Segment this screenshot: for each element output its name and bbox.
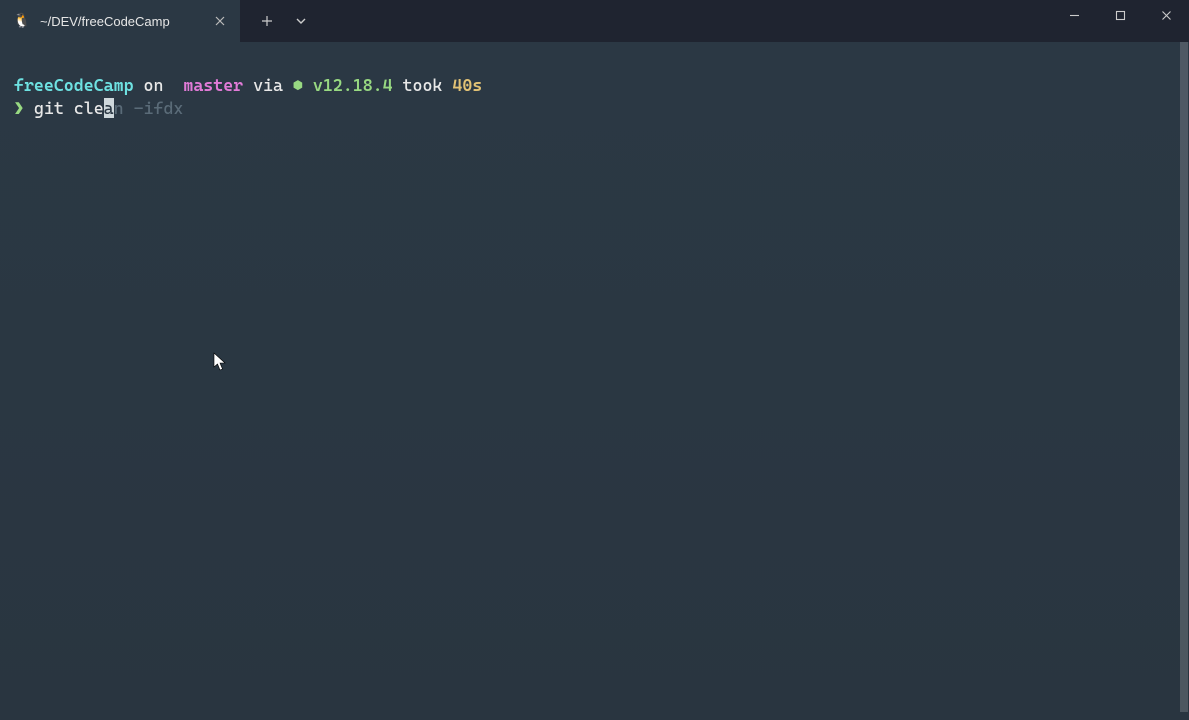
title-bar: 🐧 ~/DEV/freeCodeCamp [0,0,1189,42]
git-branch: master [183,75,243,95]
prompt-symbol: ❯ [14,98,24,118]
took-duration: 40s [452,75,482,95]
minimize-button[interactable] [1051,0,1097,30]
mouse-cursor-icon [213,352,227,378]
tab-active[interactable]: 🐧 ~/DEV/freeCodeCamp [0,0,240,42]
tab-actions [240,0,318,42]
window-controls [1051,0,1189,42]
terminal-window: 🐧 ~/DEV/freeCodeCamp [0,0,1189,720]
autosuggestion: n -ifdx [114,98,184,118]
prompt-via: via [253,75,283,95]
prompt-input-line[interactable]: ❯ git clean -ifdx [14,97,1175,120]
scrollbar-thumb[interactable] [1180,42,1188,712]
maximize-button[interactable] [1097,0,1143,30]
close-tab-icon[interactable] [212,13,228,29]
cursor: a [104,98,114,118]
node-version: v12.18.4 [313,75,393,95]
prompt-context-line: freeCodeCamp on master via ⬢ v12.18.4 to… [14,74,1175,97]
typed-command: git cle [34,98,104,118]
tab-title: ~/DEV/freeCodeCamp [40,14,170,29]
new-tab-button[interactable] [250,0,284,42]
close-window-button[interactable] [1143,0,1189,30]
scrollbar[interactable] [1180,42,1188,712]
penguin-icon: 🐧 [14,13,30,29]
prompt-on: on [144,75,164,95]
terminal-content[interactable]: freeCodeCamp on master via ⬢ v12.18.4 to… [0,42,1189,720]
took-label: took [403,75,443,95]
node-icon: ⬢ [293,75,303,95]
tab-dropdown-button[interactable] [284,0,318,42]
prompt-directory: freeCodeCamp [14,75,134,95]
